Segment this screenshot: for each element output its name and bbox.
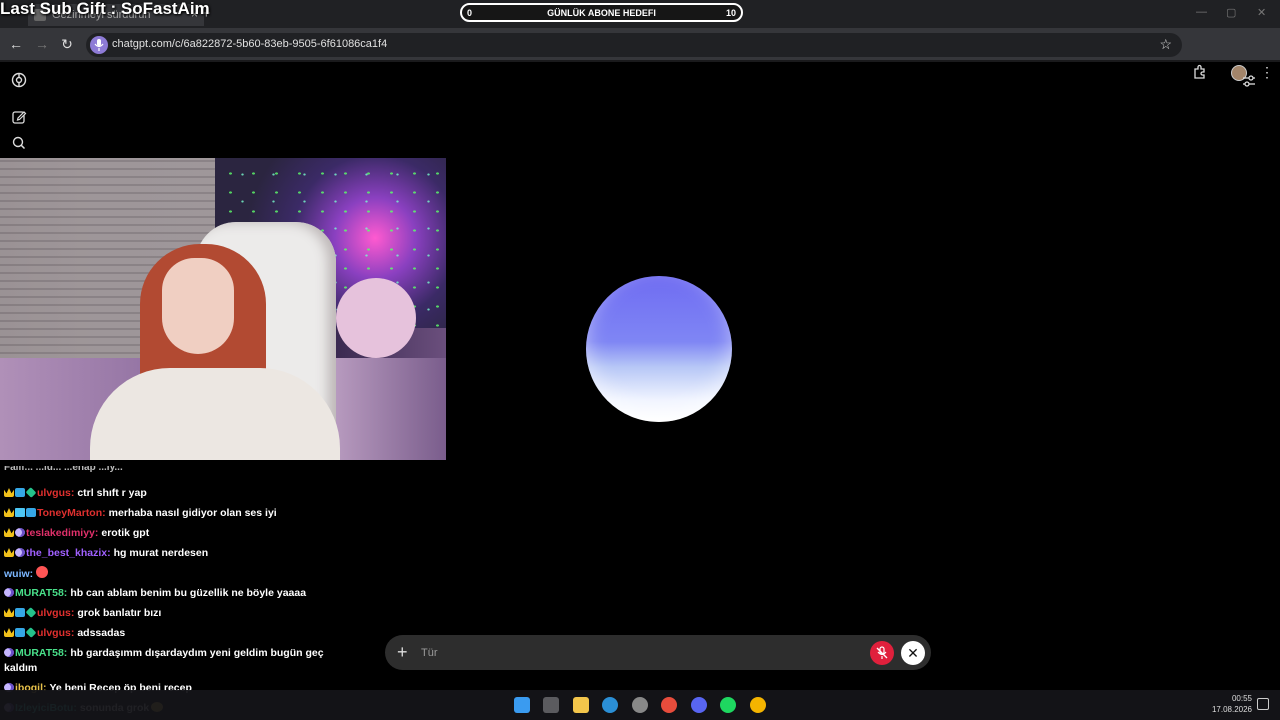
clock-date: 17.08.2026 bbox=[1211, 705, 1252, 714]
edit-icon[interactable] bbox=[10, 108, 28, 126]
crown-badge-icon bbox=[4, 528, 14, 537]
chat-message: MURAT58: hb gardaşımm dışardaydım yeni ge… bbox=[4, 646, 324, 676]
chat-username[interactable]: teslakedimiyy: bbox=[26, 527, 98, 539]
task-view-icon[interactable] bbox=[543, 697, 559, 713]
chat-username[interactable]: MURAT58: bbox=[15, 647, 67, 659]
gem-badge-icon bbox=[25, 627, 37, 638]
crown-badge-icon bbox=[4, 508, 14, 517]
subscriber-goal-bar: 0 GÜNLÜK ABONE HEDEFI 10 bbox=[460, 3, 743, 22]
extensions-icon[interactable] bbox=[1192, 64, 1208, 80]
window-close-icon[interactable]: ✕ bbox=[1257, 6, 1266, 19]
browser-toolbar: ← → ↻ chatgpt.com/c/6a822872-5b60-83eb-9… bbox=[0, 28, 1280, 81]
spotify-icon[interactable] bbox=[720, 697, 736, 713]
cube-badge-icon bbox=[15, 608, 25, 617]
goal-label: GÜNLÜK ABONE HEDEFI bbox=[547, 8, 656, 18]
cube-badge-icon bbox=[15, 628, 25, 637]
chat-text: hb can ablam benim bu güzellik ne böyle … bbox=[70, 587, 307, 599]
goal-target: 10 bbox=[725, 8, 736, 18]
moon-badge-icon bbox=[15, 528, 25, 537]
url-text: chatgpt.com/c/6a822872-5b60-83eb-9505-6f… bbox=[112, 38, 388, 50]
crown-badge-icon bbox=[4, 628, 14, 637]
moon-badge-icon bbox=[15, 548, 25, 557]
gem-badge-icon bbox=[25, 607, 37, 618]
chat-text: hg murat nerdesen bbox=[113, 547, 209, 559]
taskbar-clock[interactable]: 00:55 17.08.2026 bbox=[1208, 693, 1252, 715]
emote-icon bbox=[36, 566, 49, 578]
sliders-icon[interactable] bbox=[1240, 72, 1258, 90]
chat-message: ulvgus: ctrl shıft r yap bbox=[4, 486, 324, 501]
minimize-icon[interactable]: — bbox=[1196, 6, 1207, 18]
chat-username[interactable]: ToneyMarton: bbox=[37, 507, 106, 519]
chat-text: erotik gpt bbox=[101, 527, 150, 539]
crown-badge-icon bbox=[4, 548, 14, 557]
chat-username[interactable]: ulvgus: bbox=[37, 607, 74, 619]
chat-text: merhaba nasıl gidiyor olan ses iyi bbox=[108, 507, 277, 519]
chat-message: MURAT58: hb can ablam benim bu güzellik n… bbox=[4, 586, 324, 601]
back-icon[interactable]: ← bbox=[8, 36, 24, 52]
moon-badge-icon bbox=[4, 588, 14, 597]
chrome-icon[interactable] bbox=[661, 697, 677, 713]
crown-badge-icon bbox=[4, 608, 14, 617]
screen: Gezinmeyi sürdürün × + Last Sub Gift : S… bbox=[0, 0, 1280, 720]
gem-badge-icon bbox=[25, 487, 37, 498]
chat-message: ulvgus: grok banlatır bızı bbox=[4, 606, 324, 621]
reload-icon[interactable]: ↻ bbox=[59, 36, 75, 52]
close-icon[interactable]: ✕ bbox=[901, 641, 925, 665]
moon-badge-icon bbox=[4, 648, 14, 657]
maximize-icon[interactable]: ▢ bbox=[1226, 6, 1236, 19]
chat-username[interactable]: the_best_khazix: bbox=[26, 547, 111, 559]
plus-icon[interactable]: + bbox=[397, 643, 408, 661]
cube-badge-icon bbox=[15, 488, 25, 497]
mic-off-icon bbox=[876, 646, 888, 659]
windows-start-icon[interactable] bbox=[514, 697, 530, 713]
chat-message: teslakedimiyy: erotik gpt bbox=[4, 526, 324, 541]
clock-time: 00:55 bbox=[1231, 694, 1252, 703]
browser-titlebar: Gezinmeyi sürdürün × + Last Sub Gift : S… bbox=[0, 0, 1280, 28]
chat-text: ctrl shıft r yap bbox=[77, 487, 147, 499]
discord-icon[interactable] bbox=[691, 697, 707, 713]
crown-badge-icon bbox=[4, 488, 14, 497]
chat-message: ulvgus: adssadas bbox=[4, 626, 324, 641]
windows-taskbar: 00:55 17.08.2026 bbox=[0, 690, 1280, 720]
chat-message: wuiw: bbox=[4, 566, 324, 582]
chat-cutoff-line: Falif... ...lu... ...enap ...iy... bbox=[4, 466, 123, 473]
forward-icon[interactable]: → bbox=[34, 36, 50, 52]
message-input[interactable] bbox=[421, 645, 841, 661]
openai-logo-icon[interactable] bbox=[10, 71, 28, 89]
stream-chat: Falif... ...lu... ...enap ...iy... ulvgu… bbox=[0, 466, 460, 720]
chat-text: grok banlatır bızı bbox=[77, 607, 162, 619]
mic-off-button[interactable] bbox=[870, 641, 894, 665]
voice-mode-orb bbox=[586, 276, 732, 422]
chat-username[interactable]: wuiw: bbox=[4, 568, 33, 580]
cube-badge-icon bbox=[26, 508, 36, 517]
file-explorer-icon[interactable] bbox=[573, 697, 589, 713]
chat-username[interactable]: MURAT58: bbox=[15, 587, 67, 599]
bookmark-star-icon[interactable]: ☆ bbox=[1159, 36, 1172, 53]
browser-menu-icon[interactable]: ⋮ bbox=[1260, 64, 1274, 81]
stream-overlay-title: Last Sub Gift : SoFastAim bbox=[0, 0, 210, 18]
notification-icon[interactable] bbox=[1257, 698, 1269, 710]
app-icon[interactable] bbox=[632, 697, 648, 713]
chat-message: the_best_khazix: hg murat nerdesen bbox=[4, 546, 324, 561]
webcam-feed bbox=[0, 158, 446, 460]
edge-icon[interactable] bbox=[602, 697, 618, 713]
chat-username[interactable]: ulvgus: bbox=[37, 627, 74, 639]
address-bar[interactable]: chatgpt.com/c/6a822872-5b60-83eb-9505-6f… bbox=[86, 33, 1182, 57]
voice-composer: + ✕ bbox=[385, 635, 931, 670]
search-icon[interactable] bbox=[10, 134, 28, 152]
grid-badge-icon bbox=[15, 508, 25, 517]
chat-message: ToneyMarton: merhaba nasıl gidiyor olan s… bbox=[4, 506, 324, 521]
chat-username[interactable]: ulvgus: bbox=[37, 487, 74, 499]
chat-text: adssadas bbox=[77, 627, 126, 639]
site-info-icon[interactable] bbox=[90, 36, 108, 54]
chrome-active-icon[interactable] bbox=[750, 697, 766, 713]
